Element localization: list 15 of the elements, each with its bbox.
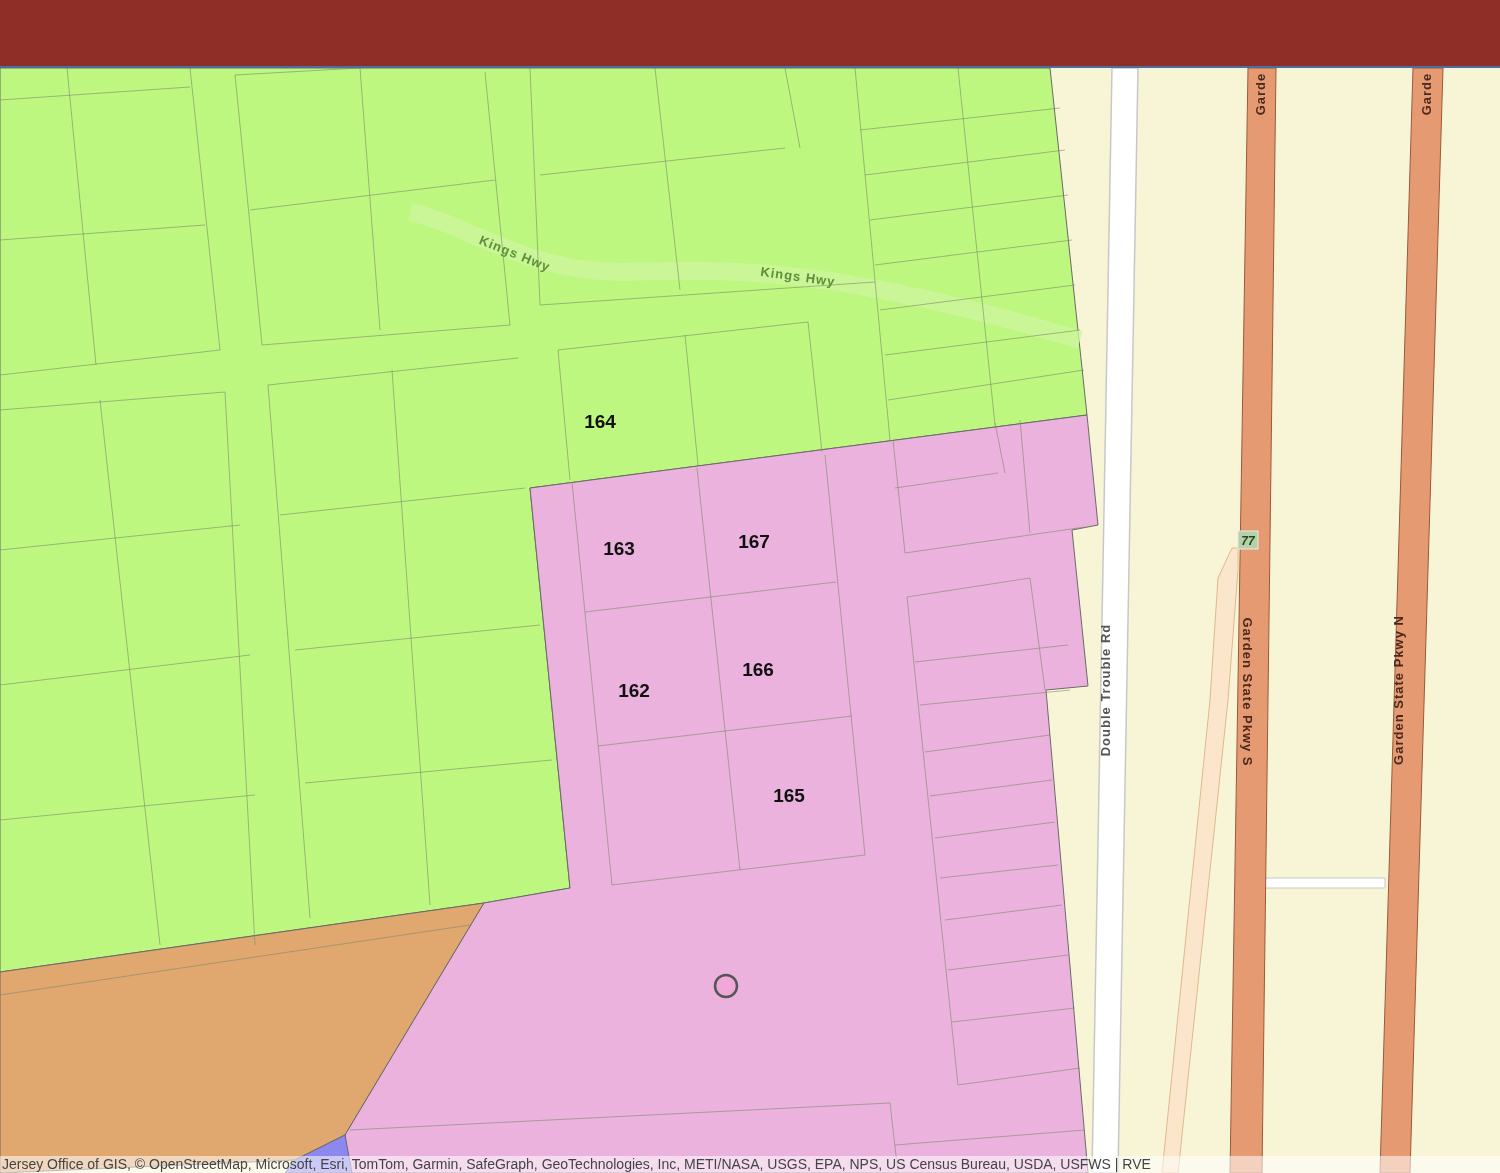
parcel-label: 167 (738, 531, 770, 552)
road-label: Garde (1419, 72, 1434, 116)
parcel-label: 164 (584, 411, 616, 432)
parcel-label: 165 (773, 785, 805, 806)
road-label: Garden State Pkwy N (1391, 615, 1406, 765)
road-label: Garde (1253, 72, 1268, 116)
map-attribution: Jersey Office of GIS, © OpenStreetMap, Microsoft, Esri, TomTom, Garmin, SafeGraph, GeoTechnologies, Inc, METI/NASA, USGS, EPA, NPS, US Census Bureau, USDA, USFWS | RVE (0, 1156, 1500, 1173)
road-label: Kings Hwy (759, 263, 837, 290)
route-shield: 77 (1237, 530, 1259, 550)
road-label: Garden State Pkwy S (1240, 617, 1255, 767)
parcel-label: 162 (618, 680, 650, 701)
parcel-label: 163 (603, 538, 635, 559)
location-marker-icon[interactable] (713, 973, 739, 999)
parcel-label: 166 (742, 659, 774, 680)
road-label: Double Trouble Rd (1098, 623, 1113, 757)
